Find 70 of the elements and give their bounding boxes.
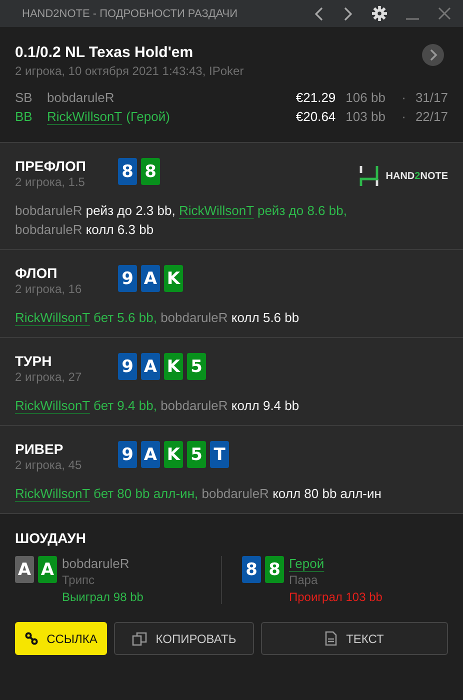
next-icon[interactable]	[422, 44, 444, 66]
action-text: RickWillsonT рейз до 8.6 bb,	[178, 203, 347, 218]
back-icon[interactable]	[314, 6, 324, 20]
separator-dot: ·	[402, 90, 406, 105]
playing-card: T	[210, 441, 229, 468]
text-button[interactable]: ТЕКСТ	[261, 622, 448, 655]
showdown-title: ШОУДАУН	[15, 530, 87, 546]
player-name[interactable]: RickWillsonT	[47, 109, 122, 124]
playing-card: K	[164, 265, 183, 292]
playing-card: 8	[118, 158, 137, 185]
forward-icon[interactable]	[343, 6, 353, 20]
playing-card: A	[141, 441, 160, 468]
hand-rank: Пара	[289, 573, 318, 587]
stack-bb: 106 bb	[346, 90, 386, 105]
player-stats: 22/17	[414, 109, 448, 124]
copy-icon	[132, 632, 147, 646]
close-icon[interactable]	[438, 7, 451, 20]
street-info: 2 игрока, 27	[15, 370, 83, 384]
stack-amount: €20.64	[296, 109, 336, 124]
game-title: 0.1/0.2 NL Texas Hold'em	[15, 44, 194, 61]
playing-card: 5	[187, 441, 206, 468]
position-label: SB	[15, 90, 34, 105]
playing-card: A	[38, 556, 57, 583]
hand-rank: Трипс	[62, 573, 95, 587]
playing-card: A	[141, 353, 160, 380]
playing-card: 9	[118, 353, 137, 380]
window-title: HAND2NOTE - ПОДРОБНОСТИ РАЗДАЧИ	[22, 8, 238, 20]
action-text: RickWillsonT бет 5.6 bb,	[15, 310, 157, 325]
street-info: 2 игрока, 45	[15, 458, 83, 472]
action-text: RickWillsonT бет 80 bb алл-ин,	[15, 486, 198, 501]
stack-amount: €21.29	[296, 90, 336, 105]
action-text: bobdaruleR рейз до 2.3 bb,	[15, 203, 176, 218]
playing-card: K	[164, 441, 183, 468]
street-info: 2 игрока, 16	[15, 282, 83, 296]
position-label: BB	[15, 109, 34, 124]
settings-icon[interactable]	[372, 6, 387, 21]
player-name[interactable]: Герой	[289, 556, 324, 571]
link-icon	[24, 632, 38, 645]
playing-card: 8	[141, 158, 160, 185]
street-title: РИВЕР	[15, 441, 64, 457]
playing-card: 5	[187, 353, 206, 380]
result-text: Выиграл 98 bb	[62, 590, 144, 604]
hero-tag: (Герой)	[126, 109, 170, 124]
street-title: ФЛОП	[15, 265, 58, 281]
playing-card: 8	[265, 556, 284, 583]
playing-card: A	[15, 556, 34, 583]
copy-button[interactable]: КОПИРОВАТЬ	[114, 622, 254, 655]
action-text: bobdaruleR колл 6.3 bb	[15, 222, 154, 237]
street-info: 2 игрока, 1.5	[15, 175, 86, 189]
action-text: RickWillsonT бет 9.4 bb,	[15, 398, 157, 413]
stack-bb: 103 bb	[346, 109, 386, 124]
action-text: bobdaruleR колл 9.4 bb	[160, 398, 300, 413]
hand-info: 2 игрока, 10 октября 2021 1:43:43, IPoker	[15, 64, 244, 78]
separator-dot: ·	[402, 109, 406, 124]
player-name[interactable]: bobdaruleR	[62, 556, 130, 571]
street-title: ТУРН	[15, 353, 53, 369]
result-text: Проиграл 103 bb	[289, 590, 382, 604]
action-text: bobdaruleR колл 80 bb алл-ин	[202, 486, 382, 501]
street-title: ПРЕФЛОП	[15, 158, 87, 174]
action-text: bobdaruleR колл 5.6 bb	[160, 310, 300, 325]
playing-card: 9	[118, 265, 137, 292]
playing-card: K	[164, 353, 183, 380]
logo-text: HAND2NOTE	[386, 170, 448, 182]
player-name[interactable]: bobdaruleR	[47, 90, 114, 105]
document-icon	[325, 631, 338, 646]
playing-card: 9	[118, 441, 137, 468]
link-button[interactable]: ССЫЛКА	[15, 622, 107, 655]
playing-card: A	[141, 265, 160, 292]
player-stats: 31/17	[414, 90, 448, 105]
playing-card: 8	[242, 556, 261, 583]
